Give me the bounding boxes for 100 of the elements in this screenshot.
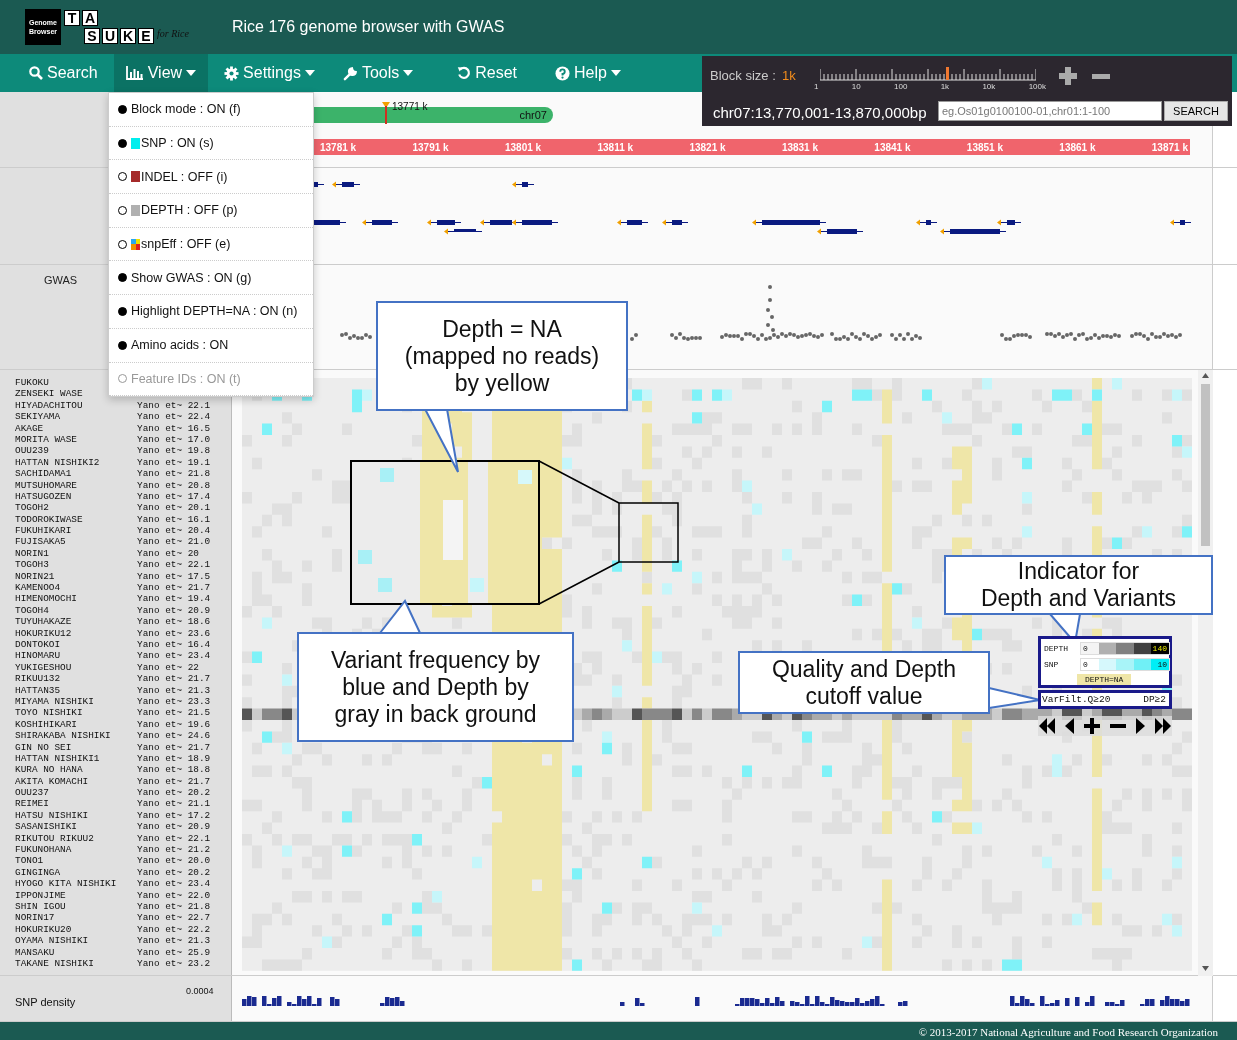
scrollbar-thumb[interactable] (1201, 384, 1210, 546)
ruler-label: 13801 k (504, 141, 542, 153)
callout-pointer (424, 408, 459, 473)
scale-label: 10k (982, 82, 996, 91)
sample-info: Yano et~ 23.4 (137, 650, 211, 662)
menu-item[interactable]: Block mode : ON (f) (109, 93, 313, 127)
next-button[interactable] (1135, 716, 1146, 736)
last-button[interactable] (1154, 716, 1172, 736)
logo-letter: U (102, 28, 118, 44)
nav-menu-button[interactable]: Settings (212, 54, 327, 92)
sample-info: Yano et~ 20.4 (137, 525, 211, 537)
sample-name: SEKIYAMA (15, 411, 61, 423)
sample-name: HATSUGOZEN (15, 490, 73, 503)
block-size-slider[interactable] (820, 67, 1036, 81)
sample-name: HATTAN NISHIKI1 (15, 752, 101, 765)
sample-name: HINOMARU (15, 650, 61, 662)
sample-name: MANSAKU (15, 946, 56, 958)
sample-name: RIKUU132 (15, 673, 61, 685)
zoom-in-button[interactable] (1059, 67, 1077, 88)
menu-item[interactable]: INDEL : OFF (i) (109, 160, 313, 195)
plus-icon (1059, 67, 1077, 85)
sample-info: Yano et~ 21.3 (137, 684, 211, 696)
block-size-value: 1k (782, 68, 796, 83)
minus-icon (1092, 74, 1110, 79)
menu-item[interactable]: Show GWAS : ON (g) (109, 261, 313, 296)
callout-text: Depth = NA (mapped no reads) by yellow (376, 301, 628, 411)
scale-label: 100 (894, 82, 908, 91)
sample-info: Yano et~ 16.5 (137, 422, 211, 434)
sample-info: Yano et~ 22.7 (137, 912, 211, 924)
sample-info: Yano et~ 21.0 (137, 536, 211, 548)
filter-quality: VarFilt.Q≥20 (1042, 694, 1111, 705)
right-icon (1136, 718, 1145, 734)
zoom-in-button[interactable] (1083, 716, 1101, 736)
nav-menu-button[interactable]: Help (543, 54, 633, 92)
position-marker-icon (382, 102, 390, 124)
sample-info: Yano et~ 21.5 (137, 707, 211, 719)
sample-info: Yano et~ 25.9 (137, 946, 211, 958)
sample-name: OYAMA NISHIKI (15, 935, 90, 947)
double-left-icon (1039, 718, 1055, 734)
sample-name: SASANISHIKI (15, 821, 78, 833)
sample-name: NORIN17 (15, 912, 56, 924)
sample-name: TOYO NISHIKI (15, 707, 84, 719)
logo-letter: K (120, 28, 136, 44)
sample-name: SACHIDAMA1 (15, 468, 73, 480)
menu-item[interactable]: Highlight DEPTH=NA : ON (n) (109, 295, 313, 329)
axis-max-label: 0.0004 (186, 986, 214, 996)
sample-info: Yano et~ 17.5 (137, 570, 211, 583)
gear-icon (224, 65, 240, 81)
previous-button[interactable] (1064, 716, 1075, 736)
plus-icon (1084, 718, 1100, 734)
app-title: Rice 176 genome browser with GWAS (232, 18, 505, 36)
sample-name: TAKANE NISHIKI (15, 957, 95, 970)
copyright-text: © 2013-2017 National Agriculture and Food Research Organization (918, 1026, 1218, 1038)
scroll-up-icon[interactable] (1202, 373, 1209, 378)
nav-menu-button[interactable]: Reset (445, 54, 530, 92)
search-icon (29, 66, 43, 80)
sample-name: YUKIGESHOU (15, 661, 73, 674)
search-field[interactable]: eg.Os01g0100100-01,chr01:1-100 (938, 101, 1162, 121)
sample-info: Yano et~ 20.2 (137, 787, 211, 799)
sample-info: Yano et~ 22.0 (137, 889, 211, 901)
sample-info: Yano et~ 22.2 (137, 923, 211, 936)
sample-info: Yano et~ 23.2 (137, 957, 211, 970)
ruler-label: 13851 k (966, 141, 1003, 153)
menu-item[interactable]: DEPTH : OFF (p) (109, 194, 313, 228)
sample-info: Yano et~ 22 (137, 661, 199, 674)
sample-info: Yano et~ 21.7 (137, 775, 211, 788)
color-swatch-icon (131, 238, 140, 250)
menu-item[interactable]: snpEff : OFF (e) (109, 227, 313, 262)
scroll-down-icon[interactable] (1202, 966, 1209, 971)
sample-name: HATTAN NISHIKI2 (15, 456, 101, 469)
sample-info: Yano et~ 19.8 (137, 445, 211, 457)
search-button[interactable]: SEARCH (1164, 101, 1228, 121)
sample-name: TOGOH3 (15, 559, 50, 571)
sample-name: MORITA WASE (15, 433, 78, 446)
sample-info: Yano et~ 23.3 (137, 695, 211, 708)
sample-name: TONO1 (15, 855, 45, 867)
sample-info: Yano et~ 16.1 (137, 513, 211, 526)
ruler-label: 13821 k (689, 141, 726, 153)
sample-info: Yano et~ 21.8 (137, 900, 211, 913)
menu-item[interactable]: Amino acids : ON (109, 328, 313, 363)
sample-name: GINGINGA (15, 866, 61, 879)
logo-letter: S (84, 28, 100, 44)
sample-name: KAMENOO4 (15, 582, 61, 594)
sample-name: DONTOKOI (15, 639, 61, 651)
sample-info: Yano et~ 23.6 (137, 627, 211, 639)
sample-name: TUYUHAKAZE (15, 616, 73, 628)
sample-info: Yano et~ 16.4 (137, 639, 211, 651)
sample-info: Yano et~ 17.2 (137, 809, 211, 822)
sample-info: Yano et~ 21.8 (137, 468, 211, 480)
block-size-label: Block size : (710, 68, 776, 83)
nav-menu-button[interactable]: View (113, 54, 209, 92)
double-right-icon (1155, 718, 1171, 734)
menu-item[interactable]: SNP : ON (s) (109, 126, 313, 161)
nav-menu-button[interactable]: Tools (330, 54, 426, 92)
slider-thumb[interactable] (946, 67, 950, 80)
sample-name: NORIN21 (15, 570, 56, 583)
sample-info: Yano et~ 20.1 (137, 502, 211, 514)
nav-menu-button[interactable]: Search (17, 54, 110, 92)
first-button[interactable] (1038, 716, 1056, 736)
sample-name: AKAGE (15, 422, 45, 434)
